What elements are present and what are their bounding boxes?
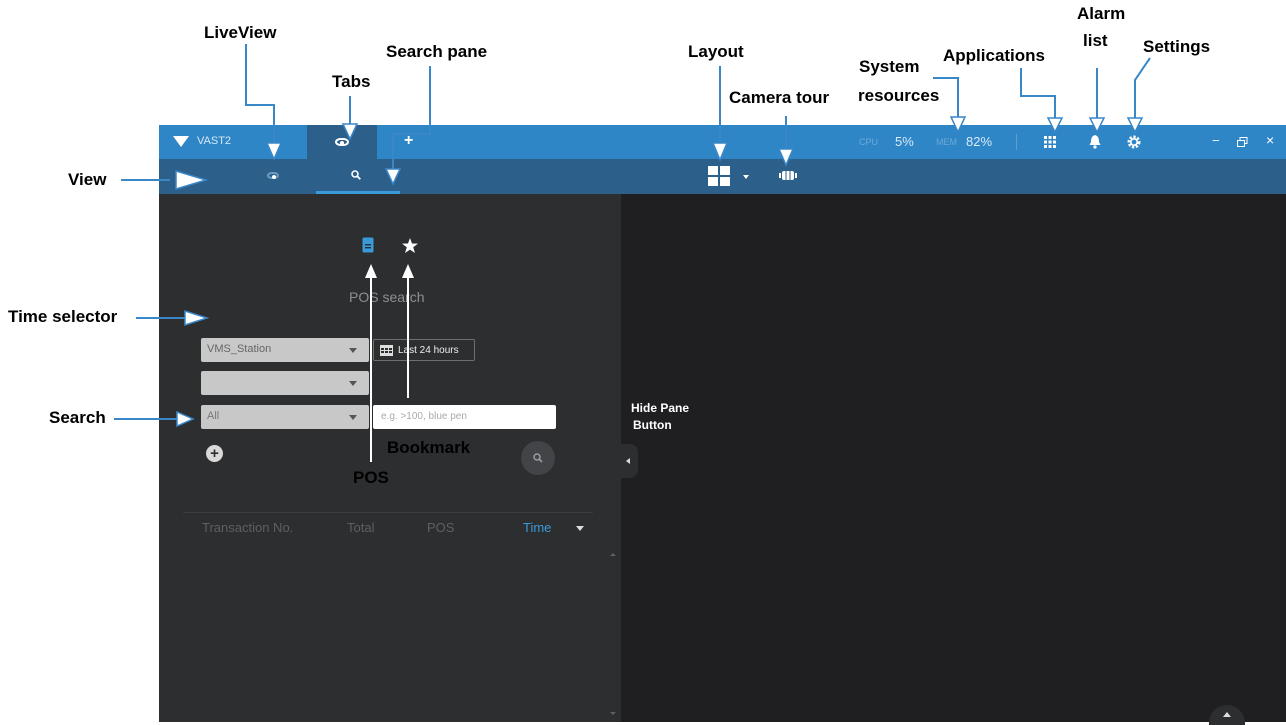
annotation-tabs: Tabs	[332, 72, 371, 91]
annotation-search-pane: Search pane	[386, 42, 488, 61]
annotation-hide-pane-1: Hide Pane	[631, 401, 690, 415]
annotation-alarm-list-1: Alarm	[1077, 4, 1126, 23]
annotation-system-resources-1: System	[859, 57, 920, 76]
annotation-hide-pane-2: Button	[633, 418, 672, 432]
annotation-liveview: LiveView	[204, 23, 277, 42]
annotation-time-selector: Time selector	[8, 307, 118, 326]
annotation-bookmark: Bookmark	[387, 438, 471, 457]
annotation-layout: Layout	[688, 42, 744, 61]
annotation-alarm-list-2: list	[1083, 31, 1108, 50]
annotation-arrows	[114, 44, 1151, 462]
annotation-system-resources-2: resources	[858, 86, 940, 105]
annotation-camera-tour: Camera tour	[729, 88, 830, 107]
annotation-view: View	[68, 170, 107, 189]
annotation-settings: Settings	[1143, 37, 1211, 56]
annotation-search: Search	[49, 408, 106, 427]
annotation-applications: Applications	[943, 46, 1046, 65]
annotation-pos: POS	[353, 468, 389, 487]
